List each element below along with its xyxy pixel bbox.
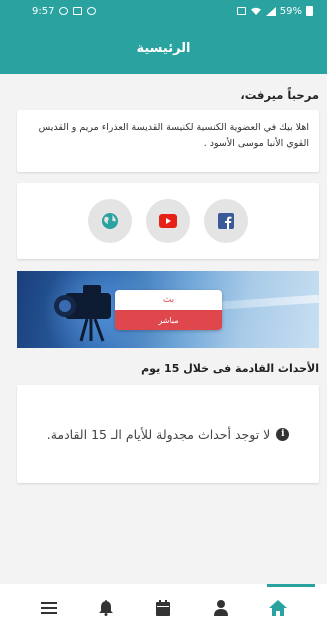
nav-home[interactable] bbox=[262, 592, 294, 624]
wifi-icon bbox=[250, 7, 261, 15]
social-links-card bbox=[17, 183, 319, 259]
image-icon bbox=[73, 7, 83, 15]
battery-percent: 59% bbox=[279, 5, 302, 17]
menu-icon bbox=[40, 602, 57, 614]
bell-icon bbox=[99, 600, 114, 616]
nav-profile[interactable] bbox=[205, 592, 237, 624]
live-stream-banner[interactable]: بث مباشر bbox=[17, 271, 319, 348]
battery-icon bbox=[306, 6, 313, 16]
events-title-prefix: الأحداث القادمة فى خلال bbox=[183, 362, 319, 375]
facebook-button[interactable] bbox=[204, 199, 248, 243]
active-tab-indicator bbox=[267, 584, 315, 587]
record-icon bbox=[87, 7, 97, 15]
live-sublabel: مباشر bbox=[115, 310, 222, 330]
location-icon bbox=[59, 7, 69, 15]
status-right: 59% bbox=[236, 5, 313, 17]
status-left: 9:57 bbox=[32, 5, 97, 17]
app-bar: الرئيسية bbox=[0, 22, 327, 74]
page-title: الرئيسية bbox=[136, 40, 191, 56]
welcome-text: مرحباً ميرفت، bbox=[240, 88, 319, 102]
bottom-navigation bbox=[0, 584, 327, 632]
youtube-icon bbox=[159, 214, 177, 228]
home-icon bbox=[269, 600, 288, 616]
signal-icon bbox=[265, 6, 276, 16]
events-empty-message: لا توجد أحداث مجدولة للأيام الـ 15 القاد… bbox=[46, 426, 271, 442]
welcome-message: اهلا بيك في العضوية الكنسية لكنيسة القدي… bbox=[38, 122, 309, 149]
calendar-icon bbox=[156, 600, 171, 616]
events-title-days: 15 bbox=[164, 362, 180, 375]
nav-calendar[interactable] bbox=[147, 592, 179, 624]
info-icon: i bbox=[276, 427, 290, 441]
live-label: بث bbox=[115, 290, 222, 310]
youtube-button[interactable] bbox=[146, 199, 190, 243]
welcome-message-card: اهلا بيك في العضوية الكنسية لكنيسة القدي… bbox=[17, 110, 319, 172]
globe-button[interactable] bbox=[88, 199, 132, 243]
status-time: 9:57 bbox=[32, 5, 55, 17]
status-bar: 9:57 59% bbox=[0, 0, 327, 22]
nav-menu[interactable] bbox=[33, 592, 65, 624]
nav-notifications[interactable] bbox=[90, 592, 122, 624]
events-section-title: الأحداث القادمة فى خلال 15 يوم bbox=[141, 362, 319, 375]
events-empty-card: i لا توجد أحداث مجدولة للأيام الـ 15 الق… bbox=[17, 385, 319, 483]
alarm-icon bbox=[236, 7, 246, 15]
events-title-suffix: يوم bbox=[141, 362, 161, 375]
globe-icon bbox=[102, 213, 118, 229]
facebook-icon bbox=[218, 213, 234, 229]
person-icon bbox=[213, 600, 228, 616]
live-button[interactable]: بث مباشر bbox=[115, 290, 222, 330]
